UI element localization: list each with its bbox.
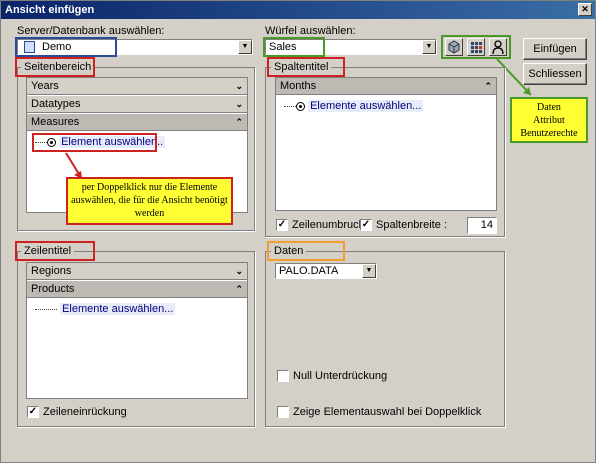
user-rights-button[interactable] [489,38,507,56]
dimension-label: Months [280,80,317,92]
column-title-panel[interactable]: Months ⌃ Elemente auswählen... [275,77,497,211]
dimension-label: Regions [31,265,72,277]
column-title-legend: Spaltentitel [271,61,332,73]
database-icon [24,41,35,53]
server-select[interactable]: Demo ▼ [17,39,253,55]
user-icon [492,40,504,55]
callout-line-rights: Benutzerechte [520,128,578,139]
chevron-up-icon[interactable]: ⌃ [235,114,243,130]
row-indent-checkbox[interactable]: ✓ [27,406,39,418]
cube-icon [448,40,460,54]
doubleclick-callout: per Doppelklick nur die Elemente auswähl… [66,177,233,225]
wrap-checkbox[interactable]: ✓ [276,219,288,231]
dialog-window: Ansicht einfügen ✕ Server/Datenbank ausw… [0,0,596,463]
window-title: Ansicht einfügen [5,4,95,16]
show-element-label: Zeige Elementauswahl bei Doppelklick [293,406,482,418]
page-area-legend: Seitenbereich [21,61,95,73]
element-select-item[interactable]: Element auswählen.. [35,136,166,149]
element-select-item[interactable]: Elemente auswählen... [35,303,176,316]
column-width-input[interactable]: 14 [467,217,497,234]
row-title-panel[interactable]: Regions ⌄ Products ⌃ Elemente auswählen.… [26,262,248,399]
grid-attribute-icon [471,42,482,53]
dimension-regions[interactable]: Regions ⌄ [27,263,247,280]
dimension-label: Measures [31,116,80,128]
element-select-label: Elemente auswählen... [60,303,176,316]
data-value: PALO.DATA [279,265,339,277]
chevron-down-icon[interactable]: ▼ [238,40,252,54]
callout-line-attribute: Attribut [533,115,565,126]
callout-line-data: Daten [537,102,561,113]
title-bar: Ansicht einfügen ✕ [1,1,595,19]
element-select-label: Elemente auswählen... [308,100,424,113]
dimension-label: Products [31,283,75,295]
server-label: Server/Datenbank auswählen: [17,25,165,37]
null-suppress-checkbox[interactable] [277,370,289,382]
chevron-down-icon[interactable]: ⌄ [235,96,243,112]
chevron-down-icon[interactable]: ⌄ [235,263,243,279]
attribute-button[interactable] [467,38,485,56]
dimension-datatypes[interactable]: Datatypes ⌄ [27,96,247,113]
data-legend: Daten [271,245,307,257]
element-select-label: Element auswählen.. [59,136,166,149]
row-title-legend: Zeilentitel [21,245,75,257]
cube-data-button[interactable] [445,38,463,56]
dimension-months[interactable]: Months ⌃ [276,78,496,95]
column-width-label: Spaltenbreite : [376,219,447,231]
chevron-down-icon[interactable]: ▼ [362,264,376,278]
wrap-label: Zeilenumbruch [292,219,365,231]
close-window-button[interactable]: ✕ [578,3,592,16]
dimension-measures[interactable]: Measures ⌃ [27,114,247,131]
column-width-checkbox[interactable]: ✓ [360,219,372,231]
dimension-label: Years [31,80,59,92]
chevron-up-icon[interactable]: ⌃ [235,281,243,297]
chevron-down-icon[interactable]: ⌄ [235,78,243,94]
null-suppress-label: Null Unterdrückung [293,370,388,382]
dimension-label: Datatypes [31,98,81,110]
chevron-down-icon[interactable]: ▼ [422,40,436,54]
cube-label: Würfel auswählen: [265,25,356,37]
element-select-item[interactable]: Elemente auswählen... [284,100,424,113]
row-indent-label: Zeileneinrückung [43,406,127,418]
show-element-checkbox[interactable] [277,406,289,418]
cube-icons-callout: Daten Attribut Benutzerechte [510,97,588,143]
server-value: Demo [42,41,72,53]
radio-icon [296,101,305,111]
radio-icon [47,137,56,147]
dimension-products[interactable]: Products ⌃ [27,281,247,298]
chevron-up-icon[interactable]: ⌃ [484,78,492,94]
data-select[interactable]: PALO.DATA ▼ [275,263,377,279]
cube-value: Sales [269,41,297,53]
dimension-years[interactable]: Years ⌄ [27,78,247,95]
cube-select[interactable]: Sales ▼ [265,39,437,55]
